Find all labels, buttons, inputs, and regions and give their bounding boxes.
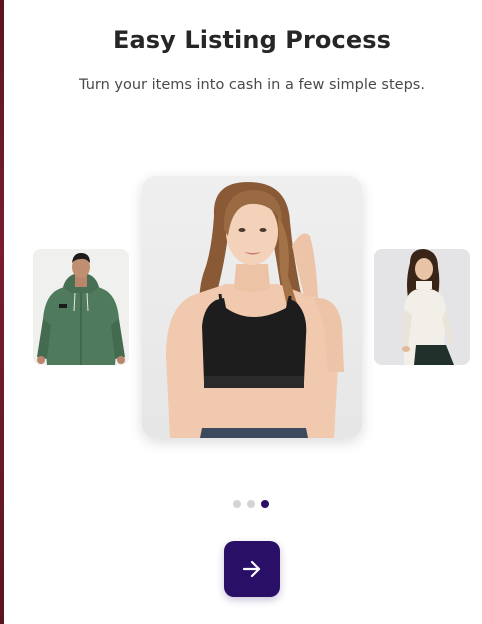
product-image-green-hoodie [33, 249, 129, 365]
carousel-slide-next[interactable] [374, 249, 470, 365]
page-subtitle: Turn your items into cash in a few simpl… [79, 77, 425, 93]
product-image-black-crop-top [142, 176, 362, 438]
carousel-slide-previous[interactable] [33, 249, 129, 365]
page-title: Easy Listing Process [113, 26, 391, 54]
product-image-white-turtleneck [374, 249, 470, 365]
pagination-dot-1[interactable] [233, 500, 241, 508]
pagination-dot-3-active[interactable] [261, 500, 269, 508]
arrow-right-icon [242, 560, 261, 578]
next-button[interactable] [224, 541, 280, 597]
carousel-pagination [233, 500, 269, 509]
pagination-dot-2[interactable] [247, 500, 255, 508]
carousel-slide-current[interactable] [142, 176, 362, 438]
window-edge [0, 0, 4, 624]
